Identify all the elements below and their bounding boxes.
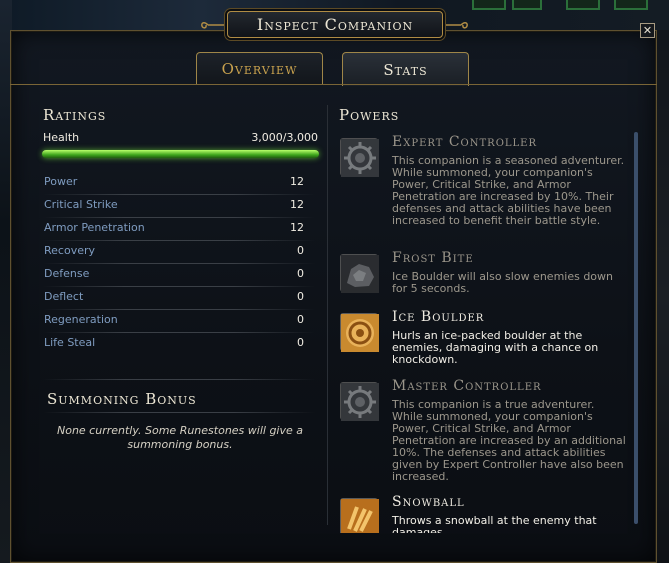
close-button[interactable]: ✕ (640, 23, 655, 38)
gear-emblem-icon (340, 382, 379, 421)
health-row: Health 3,000/3,000 (43, 131, 318, 144)
stat-value: 12 (290, 198, 304, 211)
power-title: Ice Boulder (392, 309, 485, 325)
power-title: Master Controller (392, 378, 542, 394)
powers-list[interactable]: Expert Controller This companion is a sea… (330, 128, 643, 533)
divider (43, 412, 315, 413)
rock-icon (340, 254, 379, 293)
divider (43, 332, 315, 333)
power-description: Ice Boulder will also slow enemies down … (392, 270, 614, 295)
stat-row-critical-strike: Critical Strike 12 (44, 198, 304, 216)
summoning-bonus-heading: Summoning Bonus (47, 390, 197, 408)
tab-underline (10, 84, 657, 85)
divider (43, 379, 315, 380)
stat-label: Power (44, 175, 78, 188)
game-world-edge-right (655, 30, 669, 563)
stat-label: Recovery (44, 244, 96, 257)
stat-row-regeneration: Regeneration 0 (44, 313, 304, 331)
window-title: Inspect Companion (227, 11, 443, 38)
title-flourish-right-icon (441, 22, 468, 29)
health-value: 3,000/3,000 (251, 131, 318, 144)
hotbar-slot (512, 0, 542, 10)
hotbar-slot (614, 0, 648, 10)
stat-label: Defense (44, 267, 90, 280)
stat-row-life-steal: Life Steal 0 (44, 336, 304, 354)
divider (43, 263, 315, 264)
stat-label: Regeneration (44, 313, 118, 326)
gear-emblem-icon (340, 138, 379, 177)
stat-row-armor-penetration: Armor Penetration 12 (44, 221, 304, 239)
divider (43, 240, 315, 241)
power-title: Frost Bite (392, 250, 474, 266)
divider (43, 217, 315, 218)
stat-value: 0 (297, 244, 304, 257)
power-title: Snowball (392, 494, 465, 510)
powers-heading: Powers (339, 106, 400, 124)
summoning-bonus-text: None currently. Some Runestones will giv… (56, 424, 304, 451)
stat-value: 12 (290, 175, 304, 188)
health-bar (42, 150, 319, 158)
stat-row-deflect: Deflect 0 (44, 290, 304, 308)
divider (43, 309, 315, 310)
power-description: Hurls an ice-packed boulder at the enemi… (392, 329, 599, 366)
hotbar-slot (566, 0, 600, 10)
stat-label: Armor Penetration (44, 221, 145, 234)
stat-value: 12 (290, 221, 304, 234)
stat-value: 0 (297, 267, 304, 280)
snowball-icon (340, 498, 379, 533)
power-description: This companion is a seasoned adventurer.… (392, 154, 625, 227)
stat-row-recovery: Recovery 0 (44, 244, 304, 262)
stat-value: 0 (297, 290, 304, 303)
stat-row-power: Power 12 (44, 175, 304, 193)
stat-label: Critical Strike (44, 198, 118, 211)
divider (43, 286, 315, 287)
powers-scrollbar[interactable] (634, 132, 638, 524)
tab-overview[interactable]: Overview (196, 52, 323, 84)
swirl-boulder-icon (340, 313, 379, 352)
stat-value: 0 (297, 313, 304, 326)
stat-row-defense: Defense 0 (44, 267, 304, 285)
stat-label: Life Steal (44, 336, 96, 349)
health-label: Health (43, 131, 80, 144)
column-divider (327, 105, 328, 525)
power-description: Throws a snowball at the enemy that dama… (392, 514, 597, 534)
hotbar-slot (472, 0, 506, 10)
ratings-heading: Ratings (43, 106, 107, 124)
stat-value: 0 (297, 336, 304, 349)
tab-stats[interactable]: Stats (342, 52, 469, 86)
power-title: Expert Controller (392, 134, 538, 150)
divider (43, 194, 315, 195)
stat-label: Deflect (44, 290, 84, 303)
title-flourish-left-icon (201, 22, 228, 29)
power-description: This companion is a true adventurer. Whi… (392, 398, 626, 483)
